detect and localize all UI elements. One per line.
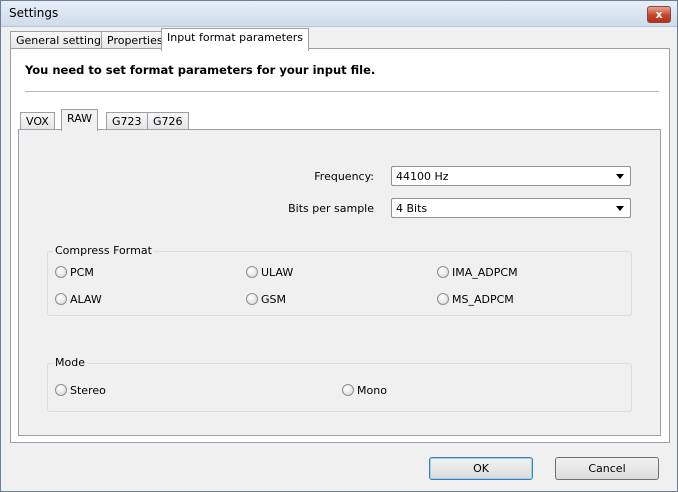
close-button[interactable]: x [647, 6, 671, 23]
radio-pcm[interactable]: PCM [55, 266, 94, 279]
radio-label: PCM [70, 266, 94, 279]
ok-button[interactable]: OK [429, 457, 533, 480]
radio-label: MS_ADPCM [452, 293, 514, 306]
radio-ms-adpcm[interactable]: MS_ADPCM [437, 293, 514, 306]
chevron-down-icon [616, 174, 624, 179]
radio-label: GSM [261, 293, 286, 306]
radio-stereo[interactable]: Stereo [55, 384, 106, 397]
radio-icon [437, 293, 449, 305]
tab-raw[interactable]: RAW [61, 109, 98, 131]
frequency-label: Frequency: [314, 170, 374, 183]
radio-icon [55, 293, 67, 305]
mode-title: Mode [53, 356, 87, 369]
compress-format-group: Compress Format PCM ULAW IMA_ADPCM ALAW … [47, 244, 632, 316]
radio-mono[interactable]: Mono [342, 384, 387, 397]
frequency-value: 44100 Hz [396, 170, 449, 183]
radio-alaw[interactable]: ALAW [55, 293, 102, 306]
compress-format-title: Compress Format [53, 244, 154, 257]
frequency-select[interactable]: 44100 Hz [391, 166, 631, 186]
radio-icon [55, 384, 67, 396]
mode-group: Mode Stereo Mono [47, 356, 632, 412]
close-icon: x [655, 8, 663, 21]
radio-icon [246, 266, 258, 278]
radio-label: ALAW [70, 293, 102, 306]
radio-icon [342, 384, 354, 396]
separator [25, 91, 659, 92]
radio-icon [246, 293, 258, 305]
cancel-button[interactable]: Cancel [555, 457, 659, 480]
radio-label: Stereo [70, 384, 106, 397]
bits-per-sample-label: Bits per sample [288, 202, 374, 215]
chevron-down-icon [616, 206, 624, 211]
input-format-panel: You need to set format parameters for yo… [10, 48, 670, 443]
window-title: Settings [9, 6, 59, 20]
radio-icon [55, 266, 67, 278]
radio-label: Mono [357, 384, 387, 397]
notice-text: You need to set format parameters for yo… [25, 63, 376, 77]
bits-per-sample-select[interactable]: 4 Bits [391, 198, 631, 218]
radio-gsm[interactable]: GSM [246, 293, 286, 306]
settings-window: Settings x General settings Properties I… [0, 0, 678, 492]
bits-per-sample-value: 4 Bits [396, 202, 428, 215]
radio-ima-adpcm[interactable]: IMA_ADPCM [437, 266, 518, 279]
radio-ulaw[interactable]: ULAW [246, 266, 293, 279]
radio-label: ULAW [261, 266, 294, 279]
radio-icon [437, 266, 449, 278]
title-bar[interactable]: Settings x [1, 1, 677, 27]
raw-panel: Frequency: 44100 Hz Bits per sample 4 Bi… [18, 129, 661, 436]
radio-label: IMA_ADPCM [452, 266, 518, 279]
tab-input-format-parameters[interactable]: Input format parameters [161, 28, 309, 51]
